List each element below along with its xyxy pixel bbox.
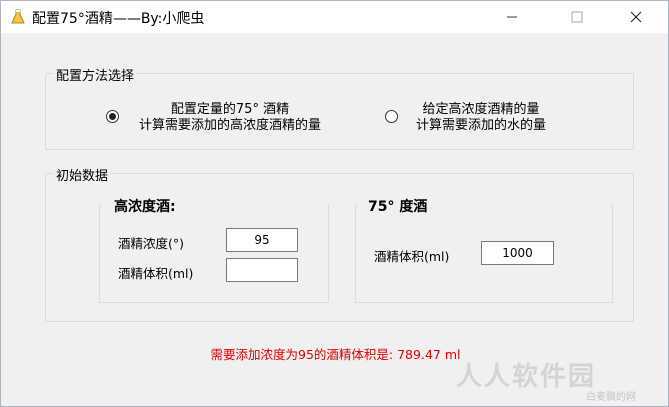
target-volume-label: 酒精体积(ml)	[374, 249, 450, 264]
flask-icon	[11, 9, 25, 24]
initial-data-groupbox: 初始数据 高浓度酒: 酒精浓度(°) 95 酒精体积(ml) 75° 度酒 酒精…	[45, 165, 634, 322]
high-alcohol-volume-label: 酒精体积(ml)	[118, 266, 194, 281]
high-alcohol-volume-input[interactable]	[226, 258, 298, 282]
title-bar[interactable]: 配置75°酒精——By:小爬虫	[1, 1, 668, 33]
method-groupbox: 配置方法选择 配置定量的75° 酒精 计算需要添加的高浓度酒精的量 给定高浓度酒…	[45, 65, 634, 150]
high-alcohol-heading: 高浓度酒:	[112, 196, 178, 216]
target-alcohol-heading: 75° 度酒	[366, 196, 430, 216]
maximize-icon	[571, 11, 583, 23]
close-icon	[630, 11, 642, 23]
method-option-1-line2: 计算需要添加的高浓度酒精的量	[138, 118, 321, 133]
watermark-logo: 人人软件园	[456, 362, 597, 392]
method-option-given-high-alcohol-label[interactable]: 给定高浓度酒精的量 计算需要添加的水的量	[402, 102, 560, 134]
minimize-button[interactable]	[489, 1, 535, 33]
method-group-legend: 配置方法选择	[54, 65, 137, 84]
high-alcohol-panel: 高浓度酒: 酒精浓度(°) 95 酒精体积(ml)	[99, 196, 329, 303]
close-button[interactable]	[613, 1, 659, 33]
initial-data-legend: 初始数据	[54, 165, 111, 184]
method-radio-given-high-alcohol[interactable]	[385, 110, 398, 123]
method-option-2-line1: 给定高浓度酒精的量	[422, 102, 540, 117]
app-window: 配置75°酒精——By:小爬虫 配置方法选择 配置定量的75° 酒精 计算需要添…	[0, 0, 669, 407]
concentration-label: 酒精浓度(°)	[118, 236, 185, 251]
method-option-1-line1: 配置定量的75° 酒精	[170, 102, 290, 117]
concentration-input[interactable]: 95	[226, 228, 298, 252]
target-alcohol-panel: 75° 度酒 酒精体积(ml) 1000	[355, 196, 613, 303]
maximize-button[interactable]	[554, 1, 600, 33]
minimize-icon	[507, 16, 517, 18]
window-title: 配置75°酒精——By:小爬虫	[32, 11, 205, 27]
method-option-fixed-alcohol-label[interactable]: 配置定量的75° 酒精 计算需要添加的高浓度酒精的量	[124, 102, 336, 134]
watermark-subtext: 白麦飘的网	[586, 392, 636, 403]
method-option-2-line2: 计算需要添加的水的量	[415, 118, 546, 133]
target-volume-input[interactable]: 1000	[481, 241, 554, 265]
method-radio-fixed-alcohol[interactable]	[106, 110, 119, 123]
